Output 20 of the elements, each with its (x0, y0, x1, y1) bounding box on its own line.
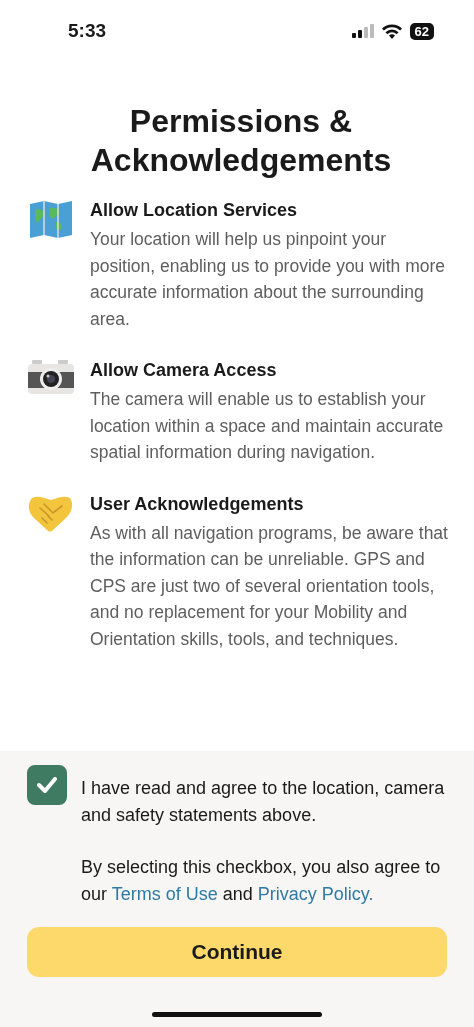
section-description: As with all navigation programs, be aware that the information can be unreliable. GPS and CPS are just two of several orientation tools, and no replacement for your Mobility and Orientation skills, tools, and techniques. (90, 521, 449, 651)
section-description: The camera will enable us to establish your location within a space and maintain accurate spatial information during navigation. (90, 388, 445, 464)
signal-icon (351, 24, 374, 38)
section-title: Allow Location Services (90, 199, 299, 222)
camera-icon (28, 360, 74, 396)
section-title: User Acknowledgements (90, 492, 305, 516)
agree-checkbox[interactable] (27, 765, 67, 805)
continue-button[interactable]: Continue (27, 927, 447, 977)
wifi-icon (381, 23, 402, 39)
policy-link[interactable]: Terms of Use (111, 883, 218, 904)
section-title: Allow Camera Access (90, 359, 278, 382)
battery-indicator: 62 (409, 22, 434, 40)
page-title: Permissions & Acknowledgements (89, 102, 393, 180)
map-icon (28, 200, 74, 240)
agreement-statement: I have read and agree to the location, camera and safety statements above. (81, 777, 446, 827)
section-description: Your location will help us pinpoint your position, enabling us to provide you with more accurate information about the surrounding area. (90, 228, 447, 331)
status-time: 5:33 (68, 20, 107, 42)
checkmark-icon (37, 777, 57, 793)
agreement-note: By selecting this checkbox, you also agree to our Terms of Use and Privacy Policy. (81, 856, 442, 906)
policy-link[interactable]: Privacy Policy. (257, 883, 374, 904)
